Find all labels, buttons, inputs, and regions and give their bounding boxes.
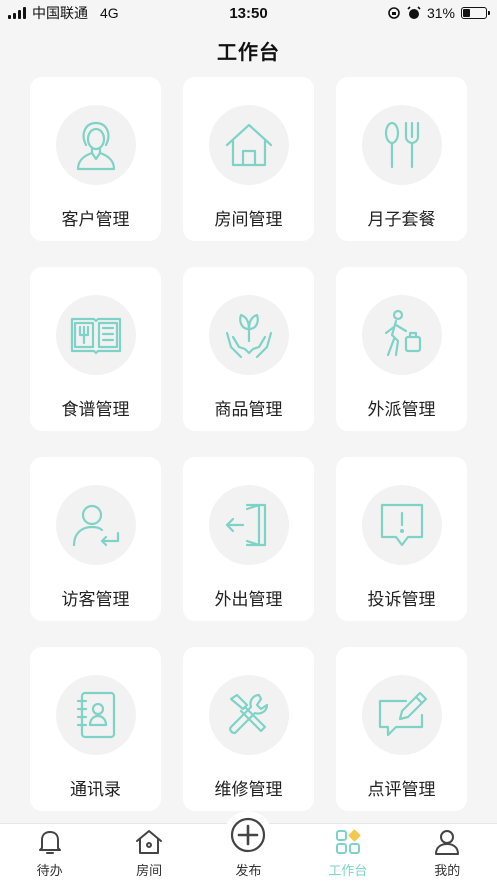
tile-room-management[interactable]: 房间管理 bbox=[183, 77, 314, 241]
carrier-text: 中国联通 bbox=[32, 5, 88, 21]
tab-todo[interactable]: 待办 bbox=[10, 827, 90, 879]
status-left: 中国联通 4G bbox=[8, 3, 119, 23]
tab-label: 房间 bbox=[136, 863, 163, 878]
tile-label: 外派管理 bbox=[367, 400, 436, 419]
tab-publish[interactable]: 发布 bbox=[208, 811, 288, 879]
wrench-screwdriver-icon bbox=[208, 675, 289, 755]
room-house-icon bbox=[136, 830, 163, 854]
tile-label: 通讯录 bbox=[70, 780, 121, 799]
tile-postpartum-package[interactable]: 月子套餐 bbox=[336, 77, 467, 241]
tab-label: 发布 bbox=[235, 863, 262, 878]
tile-label: 投诉管理 bbox=[367, 590, 436, 609]
comment-pen-icon bbox=[361, 675, 442, 755]
plus-circle-icon bbox=[231, 817, 266, 853]
battery-percent: 31% bbox=[426, 5, 455, 21]
tab-label: 我的 bbox=[434, 863, 461, 878]
tab-label: 待办 bbox=[36, 863, 63, 878]
network-type: 4G bbox=[100, 5, 119, 21]
bell-icon bbox=[38, 831, 61, 854]
traveler-luggage-icon bbox=[361, 295, 442, 375]
tab-label: 工作台 bbox=[328, 863, 368, 878]
tile-label: 点评管理 bbox=[367, 780, 436, 799]
tile-label: 客户管理 bbox=[61, 210, 130, 229]
tile-goods-management[interactable]: 商品管理 bbox=[183, 267, 314, 431]
bottom-tab-bar: 待办 房间 发布 工作台 我的 bbox=[0, 811, 497, 883]
workbench-grid: 客户管理 房间管理 月子套餐 食谱管理 商品管理 外派管理 访客管理 外出管理 … bbox=[30, 77, 467, 811]
tile-recipe-management[interactable]: 食谱管理 bbox=[30, 267, 161, 431]
tile-label: 月子套餐 bbox=[367, 210, 436, 229]
tile-customer-management[interactable]: 客户管理 bbox=[30, 77, 161, 241]
tab-room[interactable]: 房间 bbox=[109, 827, 189, 879]
status-bar: 中国联通 4G 13:50 31% bbox=[0, 0, 497, 26]
tile-dispatch-management[interactable]: 外派管理 bbox=[336, 267, 467, 431]
tile-complaint-management[interactable]: 投诉管理 bbox=[336, 457, 467, 621]
tile-label: 访客管理 bbox=[61, 590, 130, 609]
tile-label: 房间管理 bbox=[214, 210, 283, 229]
status-right: 31% bbox=[387, 5, 490, 21]
tile-label: 外出管理 bbox=[214, 590, 283, 609]
tile-review-management[interactable]: 点评管理 bbox=[336, 647, 467, 811]
tile-repair-management[interactable]: 维修管理 bbox=[183, 647, 314, 811]
lock-rotation-icon bbox=[388, 7, 400, 19]
house-icon bbox=[208, 105, 289, 185]
alarm-icon bbox=[407, 6, 421, 19]
tile-label: 维修管理 bbox=[214, 780, 283, 799]
recipe-book-icon bbox=[55, 295, 136, 375]
tile-label: 商品管理 bbox=[214, 400, 283, 419]
visitor-return-icon bbox=[55, 485, 136, 565]
tile-label: 食谱管理 bbox=[61, 400, 130, 419]
woman-avatar-icon bbox=[55, 105, 136, 185]
exit-door-icon bbox=[208, 485, 289, 565]
tile-address-book[interactable]: 通讯录 bbox=[30, 647, 161, 811]
tile-outing-management[interactable]: 外出管理 bbox=[183, 457, 314, 621]
tab-workbench[interactable]: 工作台 bbox=[308, 827, 388, 879]
complaint-alert-icon bbox=[361, 485, 442, 565]
spoon-fork-icon bbox=[361, 105, 442, 185]
workbench-grid-icon bbox=[335, 829, 361, 854]
battery-icon bbox=[461, 7, 490, 19]
tile-visitor-management[interactable]: 访客管理 bbox=[30, 457, 161, 621]
hands-plant-icon bbox=[208, 295, 289, 375]
tab-mine[interactable]: 我的 bbox=[407, 827, 487, 879]
signal-icon bbox=[8, 7, 26, 19]
user-icon bbox=[435, 830, 460, 855]
page-title: 工作台 bbox=[217, 42, 280, 64]
address-book-icon bbox=[55, 675, 136, 755]
